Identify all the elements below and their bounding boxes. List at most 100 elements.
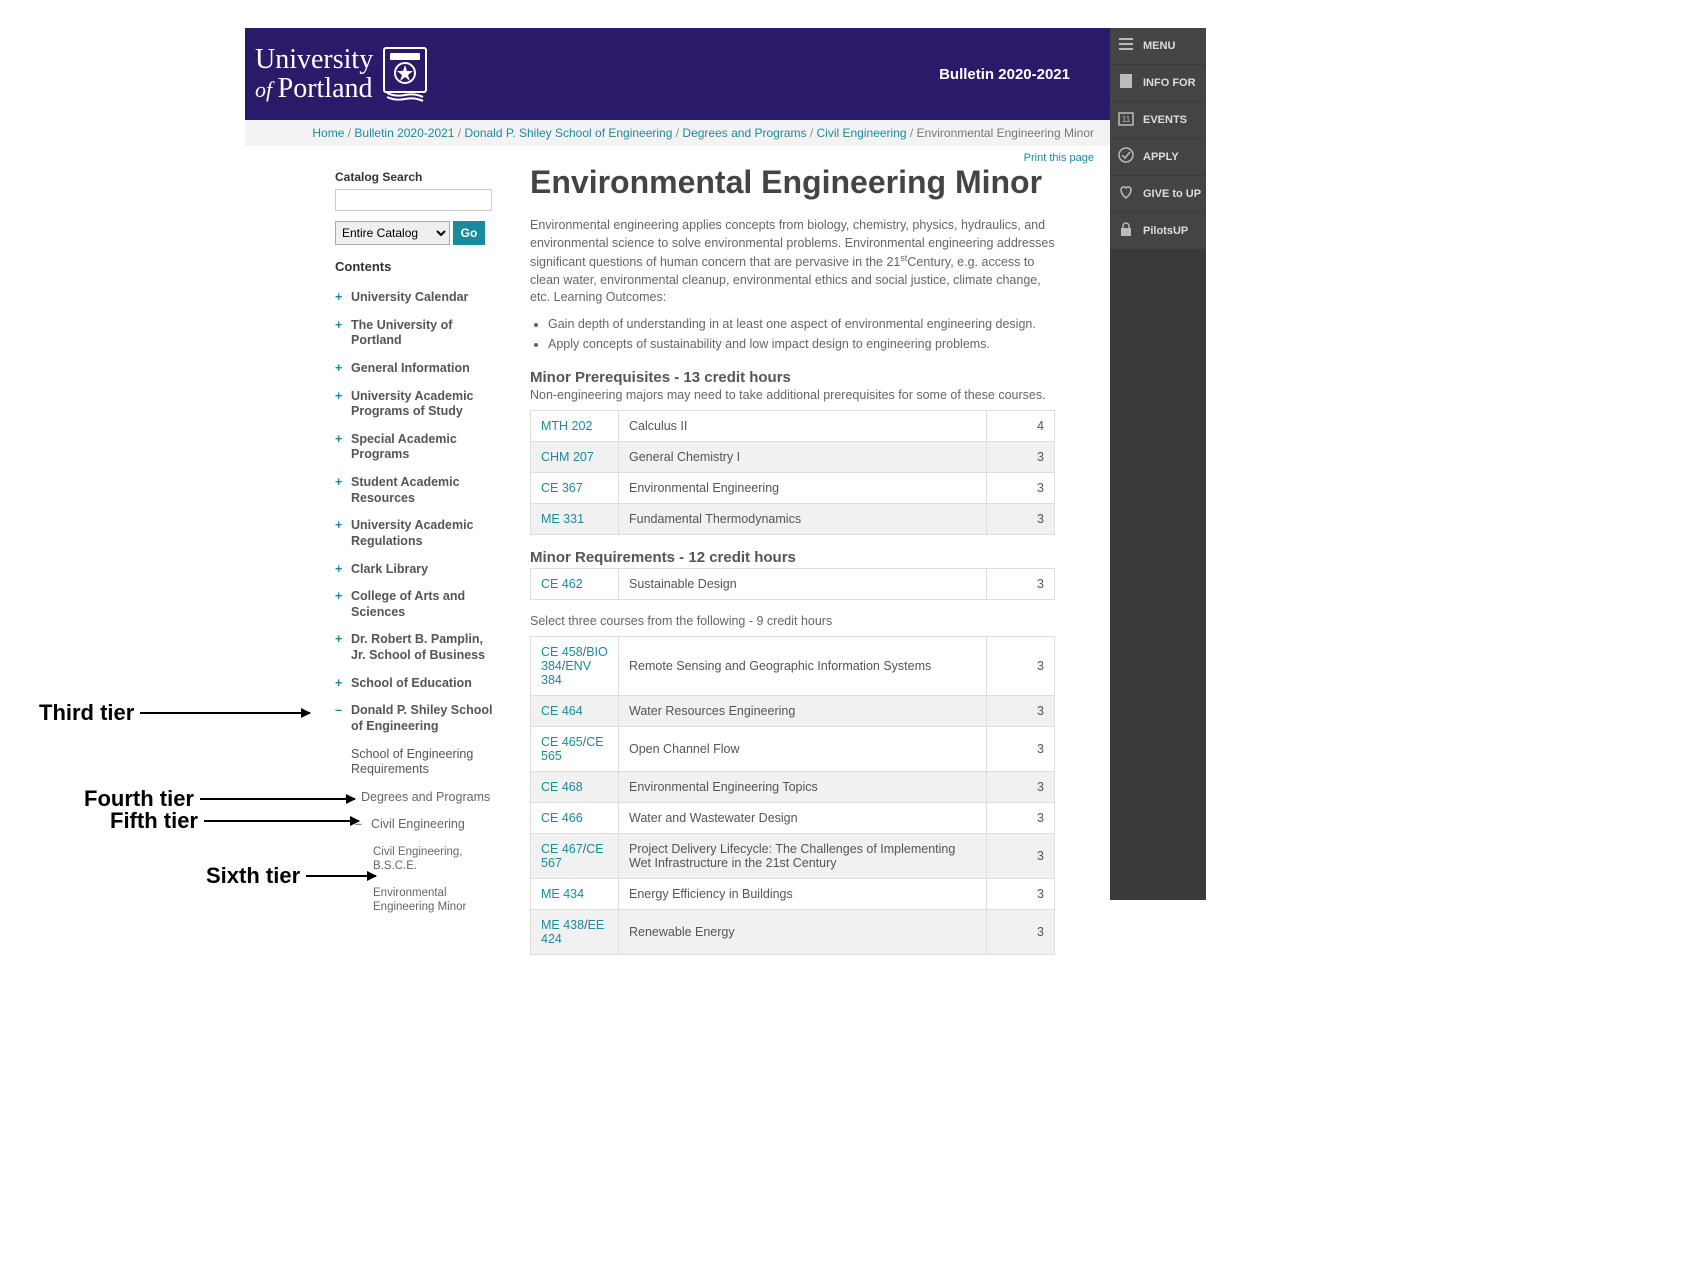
logo-of: of	[255, 77, 278, 102]
course-credits: 3	[987, 771, 1055, 802]
course-credits: 3	[987, 878, 1055, 909]
rail-label: PilotsUP	[1143, 225, 1188, 237]
course-code-link[interactable]: ME 438	[541, 918, 584, 932]
course-row: CE 465/CE 565Open Channel Flow3	[531, 726, 1055, 771]
crumb-civil[interactable]: Civil Engineering	[817, 126, 907, 140]
course-code-link[interactable]: MTH 202	[541, 419, 592, 433]
course-row: CE 462 Sustainable Design3	[531, 568, 1055, 599]
crumb-home[interactable]: Home	[312, 126, 344, 140]
rail-item-give-to-up[interactable]: GIVE to UP	[1110, 176, 1206, 213]
crumb-bulletin[interactable]: Bulletin 2020-2021	[354, 126, 454, 140]
crumb-current: Environmental Engineering Minor	[917, 126, 1094, 140]
course-row: CE 466 Water and Wastewater Design3	[531, 802, 1055, 833]
header: University of Portland Bulletin 2020-202…	[245, 28, 1110, 120]
toc-item-label[interactable]: Clark Library	[351, 562, 428, 578]
rail-label: INFO FOR	[1143, 77, 1196, 89]
course-code-link[interactable]: CE 367	[541, 481, 583, 495]
logo-line2: Portland	[278, 73, 373, 104]
expand-icon	[357, 886, 369, 915]
outcome-item: Apply concepts of sustainability and low…	[548, 337, 1055, 351]
course-credits: 4	[987, 410, 1055, 441]
course-code-link[interactable]: CE 466	[541, 811, 583, 825]
expand-icon[interactable]: +	[335, 361, 347, 377]
rail-item-apply[interactable]: APPLY	[1110, 139, 1206, 176]
req-heading: Minor Requirements - 12 credit hours	[530, 549, 1055, 566]
course-row: ME 331Fundamental Thermodynamics3	[531, 503, 1055, 534]
course-credits: 3	[987, 568, 1055, 599]
catalog-select[interactable]: Entire Catalog	[335, 221, 450, 245]
course-code-link[interactable]: CE 462	[541, 577, 583, 591]
course-name: Water and Wastewater Design	[619, 802, 987, 833]
rail-item-events[interactable]: 11 EVENTS	[1110, 102, 1206, 139]
course-code-link[interactable]: CE 468	[541, 780, 583, 794]
course-credits: 3	[987, 636, 1055, 695]
lock-icon	[1118, 221, 1134, 242]
course-row: CE 467/CE 567Project Delivery Lifecycle:…	[531, 833, 1055, 878]
course-code-link[interactable]: CE 458	[541, 645, 583, 659]
crumb-school[interactable]: Donald P. Shiley School of Engineering	[464, 126, 672, 140]
annotation-tier6: Sixth tier	[206, 863, 376, 889]
annotation-tier5: Fifth tier	[110, 808, 359, 834]
course-name: Fundamental Thermodynamics	[619, 503, 987, 534]
course-name: General Chemistry I	[619, 441, 987, 472]
course-code-link[interactable]: CE 467	[541, 842, 583, 856]
expand-icon[interactable]: +	[335, 389, 347, 420]
course-row: CE 468 Environmental Engineering Topics3	[531, 771, 1055, 802]
annotation-tier3: Third tier	[39, 700, 310, 726]
course-code-link[interactable]: CHM 207	[541, 450, 594, 464]
course-credits: 3	[987, 909, 1055, 954]
course-code-link[interactable]: ME 331	[541, 512, 584, 526]
rail-label: EVENTS	[1143, 114, 1187, 126]
course-name: Project Delivery Lifecycle: The Challeng…	[619, 833, 987, 878]
course-name: Energy Efficiency in Buildings	[619, 878, 987, 909]
course-name: Sustainable Design	[619, 568, 987, 599]
course-name: Remote Sensing and Geographic Informatio…	[619, 636, 987, 695]
course-code-link[interactable]: CE 464	[541, 704, 583, 718]
course-name: Environmental Engineering Topics	[619, 771, 987, 802]
expand-icon[interactable]: +	[335, 475, 347, 506]
heart-icon	[1118, 184, 1134, 205]
expand-icon[interactable]: +	[335, 518, 347, 549]
course-name: Water Resources Engineering	[619, 695, 987, 726]
req-table: CE 462 Sustainable Design3	[530, 568, 1055, 600]
rail-item-info-for[interactable]: INFO FOR	[1110, 65, 1206, 102]
print-link[interactable]: Print this page	[1024, 152, 1094, 164]
course-code-link[interactable]: ME 434	[541, 887, 584, 901]
expand-icon[interactable]: +	[335, 589, 347, 620]
course-credits: 3	[987, 695, 1055, 726]
rail-fill	[1110, 250, 1206, 900]
course-row: CE 464 Water Resources Engineering3	[531, 695, 1055, 726]
course-credits: 3	[987, 726, 1055, 771]
course-credits: 3	[987, 802, 1055, 833]
expand-icon[interactable]: –	[335, 703, 347, 734]
expand-icon[interactable]: +	[335, 318, 347, 349]
rail-item-menu[interactable]: MENU	[1110, 28, 1206, 65]
expand-icon[interactable]: +	[335, 290, 347, 306]
course-code-link[interactable]: CE 465	[541, 735, 583, 749]
menu-icon	[1118, 36, 1134, 57]
rail-label: APPLY	[1143, 151, 1179, 163]
expand-icon[interactable]: +	[335, 432, 347, 463]
prereq-heading: Minor Prerequisites - 13 credit hours	[530, 369, 1055, 386]
elect-heading: Select three courses from the following …	[530, 614, 1055, 628]
page-frame: University of Portland Bulletin 2020-202…	[245, 28, 1110, 989]
course-row: CE 458/BIO 384/ENV 384Remote Sensing and…	[531, 636, 1055, 695]
prereq-sub: Non-engineering majors may need to take …	[530, 388, 1055, 402]
logo-text: University of Portland	[255, 45, 373, 104]
expand-icon	[335, 747, 347, 778]
course-credits: 3	[987, 472, 1055, 503]
rail-item-pilotsup[interactable]: PilotsUP	[1110, 213, 1206, 250]
course-name: Renewable Energy	[619, 909, 987, 954]
logo[interactable]: University of Portland	[255, 45, 427, 104]
cal-icon: 11	[1118, 110, 1134, 131]
crumb-degrees[interactable]: Degrees and Programs	[682, 126, 806, 140]
expand-icon[interactable]: +	[335, 632, 347, 663]
course-name: Open Channel Flow	[619, 726, 987, 771]
prereq-table: MTH 202Calculus II4CHM 207General Chemis…	[530, 410, 1055, 535]
expand-icon[interactable]: +	[335, 562, 347, 578]
svg-text:11: 11	[1122, 115, 1131, 124]
expand-icon[interactable]: +	[335, 676, 347, 692]
course-name: Environmental Engineering	[619, 472, 987, 503]
logo-line1: University	[255, 44, 373, 75]
menu-rail: MENU INFO FOR 11 EVENTS APPLY GIVE to UP Pilot…	[1110, 28, 1206, 900]
